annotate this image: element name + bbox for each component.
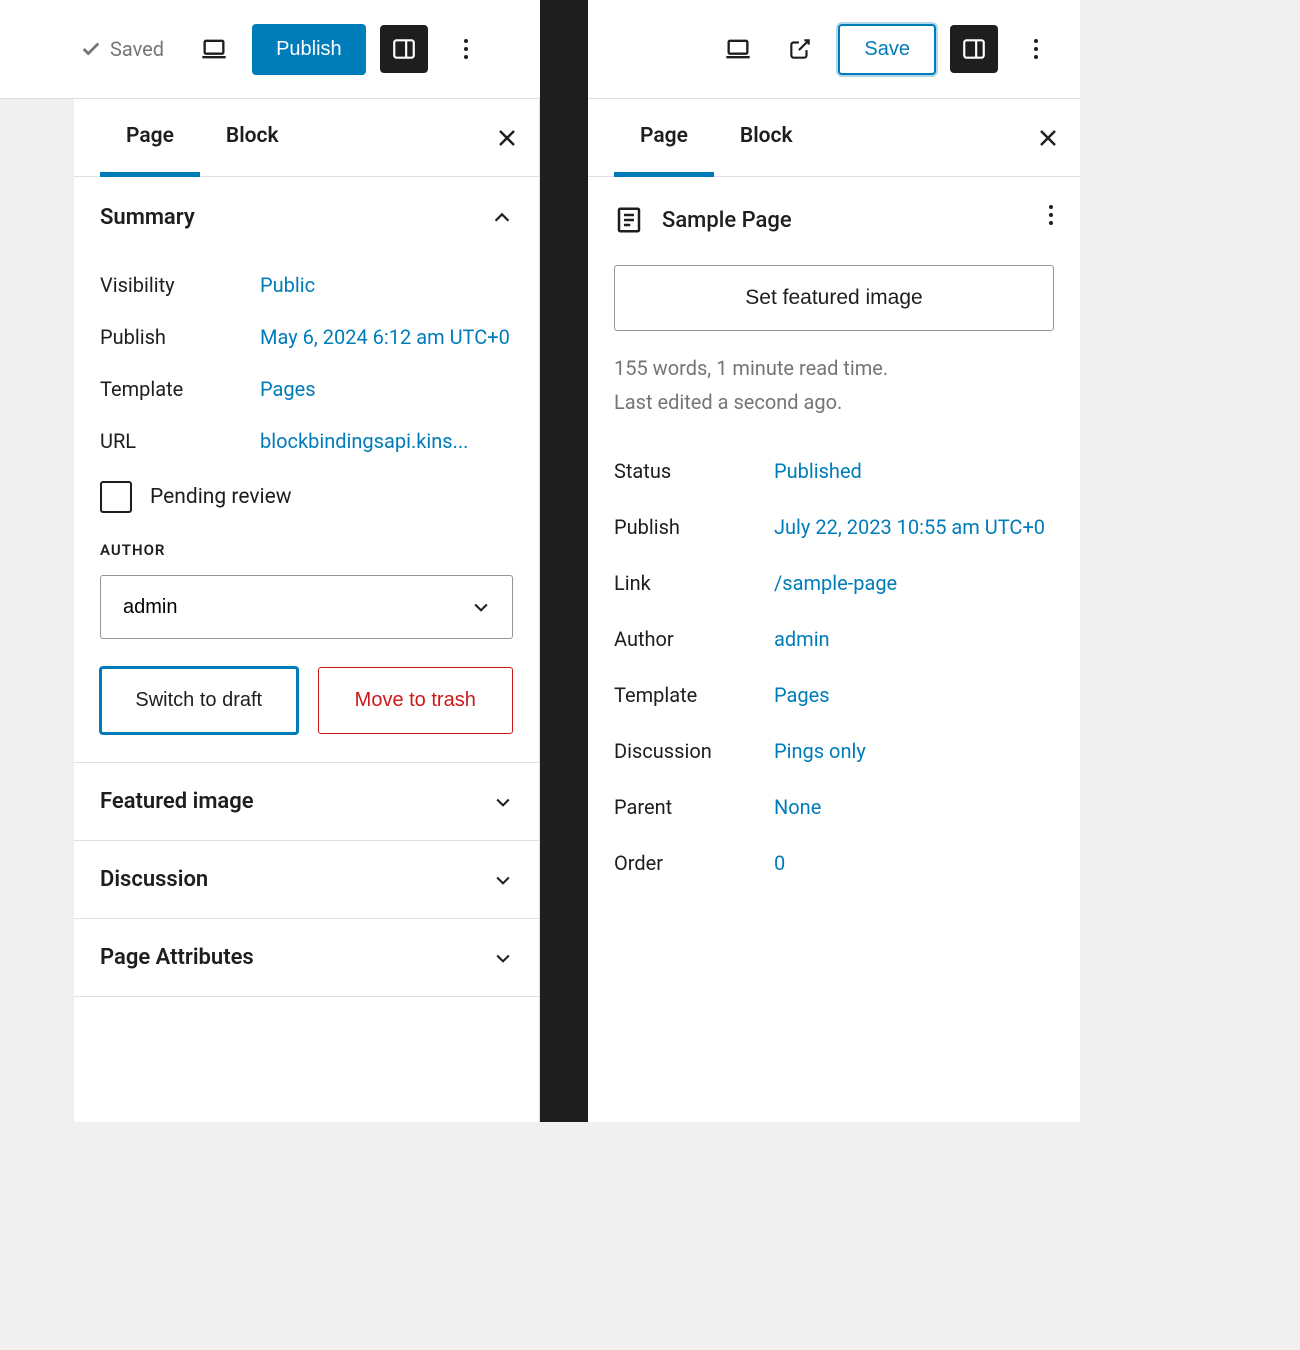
toolbar-left: Saved Publish [0, 0, 540, 99]
pending-review-label: Pending review [150, 485, 292, 509]
summary-section-toggle[interactable]: Summary [74, 177, 539, 259]
author-heading: AUTHOR [100, 533, 513, 567]
external-link-icon [787, 36, 813, 62]
status-row: Status Published [614, 443, 1054, 499]
summary-title: Summary [100, 205, 195, 230]
toolbar-right: Save [588, 0, 1080, 99]
featured-image-section-toggle[interactable]: Featured image [74, 762, 539, 840]
featured-image-label: Featured image [100, 789, 254, 814]
discussion-section-toggle[interactable]: Discussion [74, 840, 539, 918]
set-featured-image-button[interactable]: Set featured image [614, 265, 1054, 331]
pending-review-checkbox-row: Pending review [100, 467, 513, 533]
page-title: Sample Page [662, 208, 792, 233]
chevron-up-icon [491, 207, 513, 229]
visibility-value[interactable]: Public [260, 273, 315, 297]
link-label: Link [614, 571, 774, 595]
save-button[interactable]: Save [838, 24, 936, 75]
template-label: Template [614, 683, 774, 707]
visibility-row: Visibility Public [100, 259, 513, 311]
url-label: URL [100, 429, 260, 453]
template-row: Template Pages [614, 667, 1054, 723]
author-value[interactable]: admin [774, 627, 830, 651]
dots-vertical-icon [1048, 203, 1054, 227]
publish-button[interactable]: Publish [252, 24, 366, 75]
parent-value[interactable]: None [774, 795, 821, 819]
sidebar-tabs: Page Block [74, 99, 539, 177]
parent-row: Parent None [614, 779, 1054, 835]
close-icon [495, 126, 519, 150]
parent-label: Parent [614, 795, 774, 819]
publish-row: Publish May 6, 2024 6:12 am UTC+0 [100, 311, 513, 363]
page-attributes-section-toggle[interactable]: Page Attributes [74, 918, 539, 996]
tab-block[interactable]: Block [714, 99, 819, 177]
discussion-label: Discussion [100, 867, 208, 892]
order-label: Order [614, 851, 774, 875]
view-mode-button[interactable] [714, 25, 762, 73]
tab-page[interactable]: Page [100, 99, 200, 177]
switch-to-draft-button[interactable]: Switch to draft [100, 667, 298, 734]
pending-review-checkbox[interactable] [100, 481, 132, 513]
publish-label: Publish [100, 325, 260, 349]
saved-indicator: Saved [80, 37, 164, 61]
publish-value[interactable]: July 22, 2023 10:55 am UTC+0 [774, 515, 1045, 539]
publish-label: Publish [614, 515, 774, 539]
author-label: Author [614, 627, 774, 651]
meta-text: 155 words, 1 minute read time. Last edit… [588, 351, 1080, 419]
check-icon [80, 38, 102, 60]
page-title-row: Sample Page [588, 177, 1080, 253]
page-actions-menu[interactable] [1048, 203, 1054, 227]
status-value[interactable]: Published [774, 459, 862, 483]
link-row: Link /sample-page [614, 555, 1054, 611]
order-row: Order 0 [614, 835, 1054, 891]
saved-label: Saved [110, 37, 164, 61]
template-row: Template Pages [100, 363, 513, 415]
view-mode-button[interactable] [190, 25, 238, 73]
tab-block[interactable]: Block [200, 99, 305, 177]
page-icon [614, 205, 644, 235]
status-label: Status [614, 459, 774, 483]
url-row: URL blockbindingsapi.kins... [100, 415, 513, 467]
meta-line-2: Last edited a second ago. [614, 385, 1054, 419]
author-select[interactable]: admin [100, 575, 513, 639]
chevron-down-icon [493, 870, 513, 890]
dots-vertical-icon [1033, 37, 1039, 61]
order-value[interactable]: 0 [774, 851, 785, 875]
laptop-icon [200, 35, 228, 63]
dots-vertical-icon [463, 37, 469, 61]
chevron-down-icon [493, 792, 513, 812]
more-menu-button[interactable] [1012, 25, 1060, 73]
url-value[interactable]: blockbindingsapi.kins... [260, 429, 468, 453]
meta-line-1: 155 words, 1 minute read time. [614, 351, 1054, 385]
more-menu-button[interactable] [442, 25, 490, 73]
tab-page[interactable]: Page [614, 99, 714, 177]
sidebar-icon [961, 36, 987, 62]
open-external-button[interactable] [776, 25, 824, 73]
close-sidebar-button[interactable] [1036, 126, 1060, 150]
template-value[interactable]: Pages [260, 377, 316, 401]
visibility-label: Visibility [100, 273, 260, 297]
link-value[interactable]: /sample-page [774, 571, 897, 595]
sidebar-icon [391, 36, 417, 62]
sidebar-toggle-button[interactable] [380, 25, 428, 73]
discussion-label: Discussion [614, 739, 774, 763]
page-attributes-label: Page Attributes [100, 945, 254, 970]
move-to-trash-button[interactable]: Move to trash [318, 667, 514, 734]
publish-row: Publish July 22, 2023 10:55 am UTC+0 [614, 499, 1054, 555]
discussion-row: Discussion Pings only [614, 723, 1054, 779]
author-row: Author admin [614, 611, 1054, 667]
sidebar-toggle-button[interactable] [950, 25, 998, 73]
discussion-value[interactable]: Pings only [774, 739, 866, 763]
chevron-down-icon [493, 948, 513, 968]
sidebar-tabs: Page Block [588, 99, 1080, 177]
close-icon [1036, 126, 1060, 150]
template-value[interactable]: Pages [774, 683, 830, 707]
publish-value[interactable]: May 6, 2024 6:12 am UTC+0 [260, 325, 510, 349]
template-label: Template [100, 377, 260, 401]
close-sidebar-button[interactable] [495, 126, 519, 150]
vertical-divider [540, 0, 588, 1122]
laptop-icon [724, 35, 752, 63]
